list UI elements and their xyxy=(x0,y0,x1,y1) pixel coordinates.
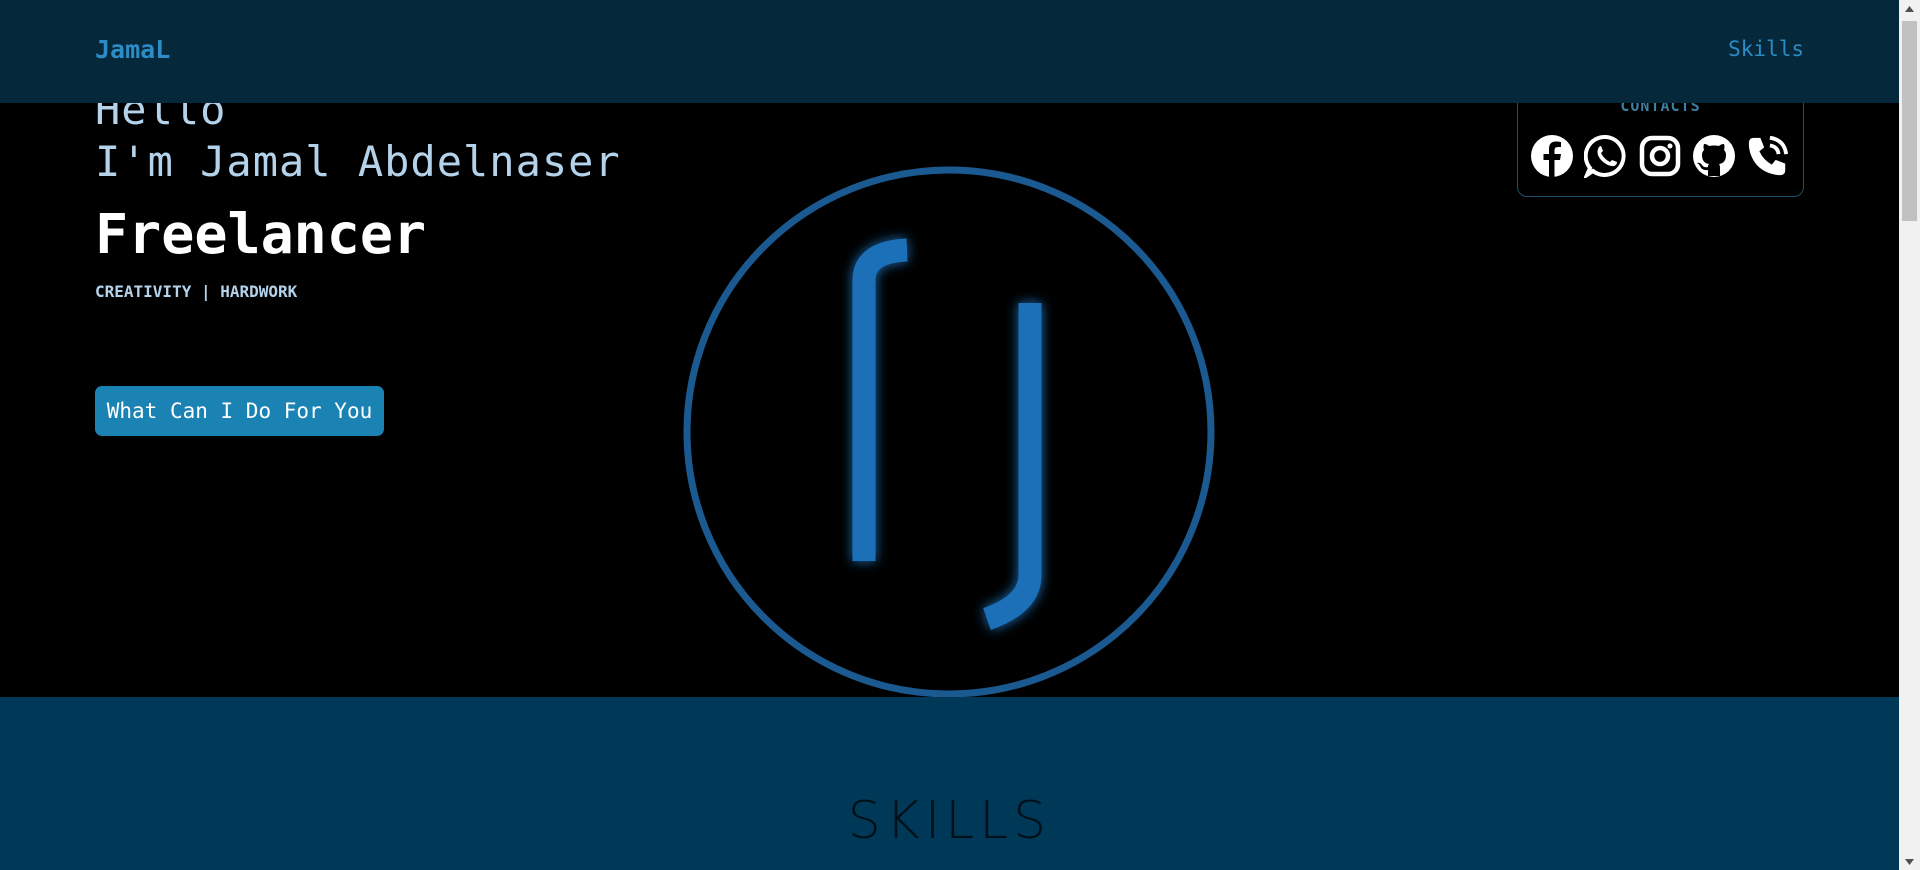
logo-ring xyxy=(683,166,1215,698)
role-title: Freelancer xyxy=(95,202,427,266)
hero-section: Hello I'm Jamal Abdelnaser Freelancer CR… xyxy=(0,0,1899,698)
logo-letter-right xyxy=(982,303,1042,630)
contacts-icons xyxy=(1530,133,1790,179)
scrollbar-thumb[interactable] xyxy=(1902,21,1917,221)
nav-link-skills[interactable]: Skills xyxy=(1728,37,1804,61)
phone-icon[interactable] xyxy=(1746,133,1790,179)
tagline: CREATIVITY | HARDWORK xyxy=(95,282,298,301)
instagram-icon[interactable] xyxy=(1638,133,1682,179)
scroll-up-arrow-icon[interactable] xyxy=(1899,0,1920,17)
brand-logo[interactable]: JamaL xyxy=(95,35,170,64)
whatsapp-icon[interactable] xyxy=(1584,133,1628,179)
greeting-name: I'm Jamal Abdelnaser xyxy=(95,137,621,186)
what-can-i-do-button[interactable]: What Can I Do For You xyxy=(95,386,384,436)
skills-section: SKILLS xyxy=(0,697,1899,870)
github-icon[interactable] xyxy=(1692,133,1736,179)
facebook-icon[interactable] xyxy=(1530,133,1574,179)
page-scrollbar[interactable] xyxy=(1899,0,1920,870)
logo-letter-left xyxy=(852,238,908,561)
skills-title: SKILLS xyxy=(847,791,1052,851)
navbar: JamaL Skills xyxy=(0,0,1899,103)
scroll-down-arrow-icon[interactable] xyxy=(1899,853,1920,870)
jamal-logo xyxy=(683,166,1215,698)
